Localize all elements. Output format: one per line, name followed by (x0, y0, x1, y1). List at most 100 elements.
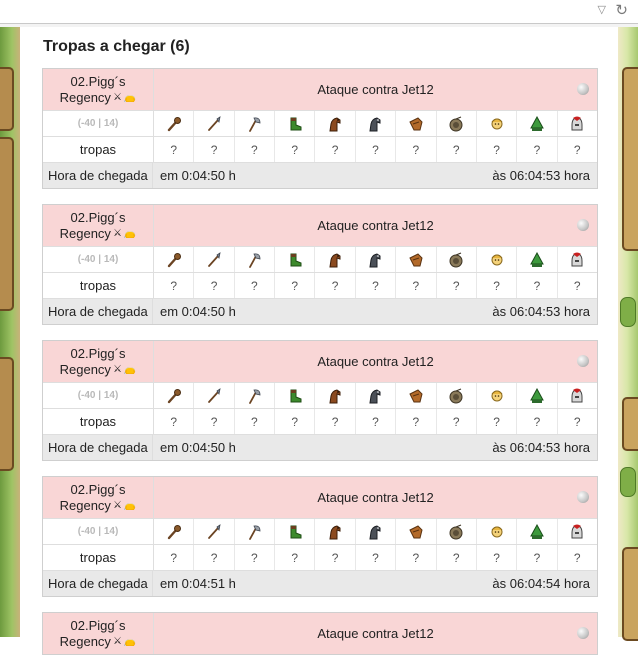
troop-count: ? (356, 545, 397, 570)
unit-icons-row: (-40 | 14) (43, 382, 597, 408)
wooden-sign-right (622, 397, 638, 451)
attack-title: Ataque contra Jet12 (317, 218, 434, 233)
source-village[interactable]: 02.Pigg´s Regency ⚔ 👝 (43, 341, 154, 382)
troop-count: ? (356, 137, 397, 162)
troop-count: ? (437, 409, 477, 434)
game-background-left (0, 27, 20, 637)
dropdown-chevron-icon[interactable]: ▽ (598, 3, 606, 16)
loot-bag-icon: 👝 (123, 500, 137, 511)
troop-count: ? (437, 273, 477, 298)
catapult-icon (437, 111, 477, 136)
spear-icon (194, 111, 235, 136)
troops-row: tropas ??????????? (43, 272, 597, 298)
settler-icon (517, 247, 558, 272)
troop-count: ? (275, 409, 316, 434)
troop-count: ? (194, 409, 235, 434)
troop-count: ? (315, 137, 356, 162)
village-name-line2[interactable]: Regency (60, 498, 111, 514)
troop-count: ? (235, 273, 276, 298)
settler-icon (517, 519, 558, 544)
troop-count: ? (437, 545, 477, 570)
arrival-label: Hora de chegada (43, 163, 153, 188)
axe-icon (235, 383, 276, 408)
hero-icon (558, 111, 597, 136)
incoming-attack-card: 02.Pigg´s Regency ⚔ 👝 Ataque contra Jet1… (42, 204, 598, 325)
attack-title: Ataque contra Jet12 (317, 82, 434, 97)
attack-header-row: 02.Pigg´s Regency ⚔ 👝 Ataque contra Jet1… (43, 69, 597, 110)
troop-count: ? (275, 137, 316, 162)
scout-boot-icon (275, 111, 316, 136)
troop-count: ? (573, 550, 581, 565)
troop-count: ? (356, 409, 397, 434)
scout-boot-icon (275, 519, 316, 544)
troop-count: ? (194, 273, 235, 298)
paladin-horse-icon (315, 383, 356, 408)
village-name-line2[interactable]: Regency (60, 634, 111, 650)
spear-icon (194, 383, 235, 408)
scout-boot-icon (275, 383, 316, 408)
wooden-sign-right (622, 67, 638, 251)
troops-row: tropas ??????????? (43, 544, 597, 570)
source-village[interactable]: 02.Pigg´s Regency ⚔ 👝 (43, 613, 154, 654)
hero-icon (558, 247, 597, 272)
status-dot-icon (577, 627, 589, 639)
troop-count: ? (517, 409, 558, 434)
troops-label: tropas (43, 137, 154, 162)
troop-count: ? (477, 137, 518, 162)
troop-count: ? (154, 273, 195, 298)
chief-icon (477, 111, 518, 136)
arrival-time: às 06:04:53 hora (492, 168, 590, 183)
club-icon (154, 519, 195, 544)
unit-icons-row: (-40 | 14) (43, 246, 597, 272)
source-village[interactable]: 02.Pigg´s Regency ⚔ 👝 (43, 205, 154, 246)
arrival-label: Hora de chegada (43, 435, 153, 460)
address-bar[interactable]: ▽ ↻ (0, 0, 638, 24)
coordinates[interactable]: (-40 | 14) (43, 519, 154, 544)
village-name-line2[interactable]: Regency (60, 362, 111, 378)
village-name[interactable]: 02.Pigg´s (71, 346, 126, 362)
arrival-time: às 06:04:53 hora (492, 440, 590, 455)
crossed-swords-icon: ⚔ (112, 228, 122, 239)
troop-count: ? (396, 273, 437, 298)
wooden-sign-left (0, 357, 14, 471)
troop-count: ? (437, 137, 477, 162)
theutates-horse-icon (356, 383, 397, 408)
village-name[interactable]: 02.Pigg´s (71, 482, 126, 498)
village-name[interactable]: 02.Pigg´s (71, 210, 126, 226)
incoming-attack-card: 02.Pigg´s Regency ⚔ 👝 Ataque contra Jet1… (42, 68, 598, 189)
attack-header-row: 02.Pigg´s Regency ⚔ 👝 Ataque contra Jet1… (43, 205, 597, 246)
arrival-time: às 06:04:53 hora (492, 304, 590, 319)
troop-count: ? (396, 545, 437, 570)
attack-title: Ataque contra Jet12 (317, 626, 434, 641)
arrival-time: às 06:04:54 hora (492, 576, 590, 591)
chief-icon (477, 247, 518, 272)
attack-title: Ataque contra Jet12 (317, 490, 434, 505)
troop-count: ? (315, 273, 356, 298)
coordinates[interactable]: (-40 | 14) (43, 111, 154, 136)
attack-title: Ataque contra Jet12 (317, 354, 434, 369)
village-name-line2[interactable]: Regency (60, 226, 111, 242)
coordinates[interactable]: (-40 | 14) (43, 247, 154, 272)
village-name-line2[interactable]: Regency (60, 90, 111, 106)
source-village[interactable]: 02.Pigg´s Regency ⚔ 👝 (43, 69, 154, 110)
theutates-horse-icon (356, 111, 397, 136)
arrival-row: Hora de chegada em 0:04:50 h às 06:04:53… (43, 298, 597, 324)
troop-count: ? (315, 545, 356, 570)
reload-icon[interactable]: ↻ (615, 1, 628, 19)
bush-icon (620, 297, 636, 327)
crossed-swords-icon: ⚔ (112, 92, 122, 103)
arrival-row: Hora de chegada em 0:04:51 h às 06:04:54… (43, 570, 597, 596)
paladin-horse-icon (315, 247, 356, 272)
coordinates[interactable]: (-40 | 14) (43, 383, 154, 408)
village-name[interactable]: 02.Pigg´s (71, 618, 126, 634)
troop-count: ? (315, 409, 356, 434)
troops-label: tropas (43, 409, 154, 434)
unit-icons-row: (-40 | 14) (43, 110, 597, 136)
village-name[interactable]: 02.Pigg´s (71, 74, 126, 90)
troop-count: ? (477, 545, 518, 570)
catapult-icon (437, 519, 477, 544)
wooden-sign-left (0, 137, 14, 311)
source-village[interactable]: 02.Pigg´s Regency ⚔ 👝 (43, 477, 154, 518)
wooden-sign-left (0, 67, 14, 131)
troop-count: ? (356, 273, 397, 298)
